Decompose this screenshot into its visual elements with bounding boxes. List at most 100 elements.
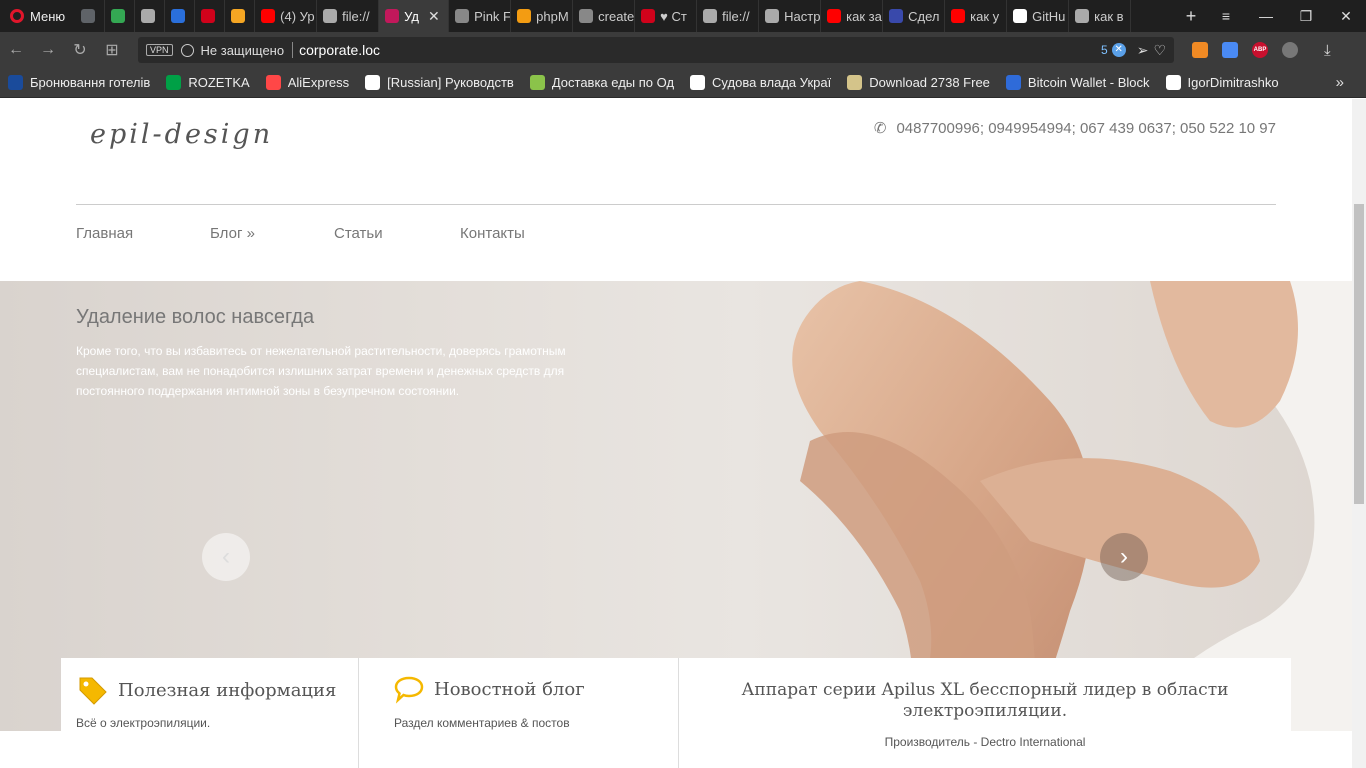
bookmark-item[interactable]: [Russian] Руководств (357, 75, 522, 90)
gear-icon (765, 9, 780, 23)
browser-tab[interactable] (135, 0, 166, 32)
scrollbar-thumb[interactable] (1354, 204, 1364, 504)
a-icon (889, 9, 904, 23)
download-icon[interactable]: ⤓ (1324, 42, 1331, 59)
vpn-badge[interactable]: VPN (146, 44, 173, 56)
restore-icon[interactable]: ❐ (1286, 8, 1326, 25)
slider-prev-button[interactable]: ‹ (202, 533, 250, 581)
main-nav: Главная Блог » Статьи Контакты (76, 225, 525, 242)
feature-blog-title: Новостной блог (434, 678, 585, 700)
web-page: epil-design ✆ 0487700996; 0949954994; 06… (0, 99, 1352, 768)
bookmark-label: Доставка еды по Од (551, 75, 675, 90)
browser-tab[interactable] (165, 0, 196, 32)
browser-tab[interactable]: file:// (697, 0, 760, 32)
sheets-icon (111, 9, 126, 23)
nav-articles[interactable]: Статьи (334, 225, 460, 242)
url-separator (292, 42, 294, 58)
send-icon[interactable]: ➢ (1137, 42, 1149, 59)
file-icon (690, 75, 706, 90)
heart-icon[interactable]: ♡ (1153, 42, 1166, 59)
file-icon (323, 9, 338, 23)
minimize-icon[interactable]: — (1246, 8, 1286, 24)
back-icon[interactable]: ← (0, 41, 32, 59)
tag-icon (79, 677, 107, 705)
bookmark-label: Bitcoin Wallet - Block (1027, 75, 1150, 90)
bookmark-item[interactable]: IgorDimitrashko (1158, 75, 1287, 90)
feature-blog[interactable]: Новостной блог Раздел комментариев & пос… (359, 658, 679, 768)
browser-tab[interactable] (225, 0, 256, 32)
browser-tab[interactable] (105, 0, 136, 32)
security-status[interactable]: Не защищено (201, 43, 285, 58)
feature-promo[interactable]: Аппарат серии Apilus XL бесспорный лидер… (679, 658, 1291, 768)
browser-tab[interactable]: ♥ Ст (635, 0, 698, 32)
slider-next-button[interactable]: › (1100, 533, 1148, 581)
bookmark-item[interactable]: Судова влада Украї (682, 75, 839, 90)
phone-numbers: 0487700996; 0949954994; 067 439 0637; 05… (896, 119, 1276, 137)
adblock-shield-icon[interactable]: ✕ (1111, 43, 1126, 57)
bookmark-item[interactable]: ROZETKA (158, 75, 257, 90)
github-icon (1013, 9, 1028, 23)
nav-contacts[interactable]: Контакты (460, 225, 525, 242)
tab-strip: (4) Ур file:// Уд ✕ Pink F phpM create ♥ Ст file… (75, 0, 1176, 32)
tab-label: (4) Ур (280, 8, 315, 24)
site-logo[interactable]: epil-design (90, 119, 273, 150)
opera-menu-button[interactable]: Меню (0, 0, 75, 32)
extension-flame-icon[interactable] (1192, 42, 1208, 58)
browser-tab[interactable]: как у (945, 0, 1008, 32)
tabs-grid-icon[interactable]: ⊞ (96, 40, 128, 60)
file-icon (703, 9, 718, 23)
nav-blog[interactable]: Блог » (210, 225, 334, 242)
aliexpress-icon (265, 75, 281, 90)
browser-tab[interactable]: Настр (759, 0, 822, 32)
menu-label: Меню (30, 8, 66, 24)
url-field[interactable]: VPN Не защищено corporate.loc 5 ✕ ➢ ♡ (138, 37, 1174, 63)
phone-icon: ✆ (873, 120, 887, 137)
delivery-icon (529, 75, 545, 90)
close-window-icon[interactable]: ✕ (1326, 8, 1366, 25)
reload-icon[interactable]: ↻ (64, 40, 96, 60)
nav-home[interactable]: Главная (76, 225, 210, 242)
bookmark-item[interactable]: Бронювання готелів (0, 75, 158, 90)
more-bookmarks-icon[interactable]: » (1336, 74, 1344, 91)
browser-tab[interactable]: GitHu (1007, 0, 1070, 32)
url-text[interactable]: corporate.loc (299, 42, 1101, 58)
bookmark-item[interactable]: Bitcoin Wallet - Block (998, 75, 1158, 90)
pr-icon (455, 9, 470, 23)
forward-icon[interactable]: → (32, 41, 64, 59)
browser-tab[interactable] (195, 0, 226, 32)
browser-tab[interactable]: phpM (511, 0, 574, 32)
bookmark-item[interactable]: Доставка еды по Од (522, 75, 682, 90)
feature-info[interactable]: Полезная информация Всё о электроэпиляци… (61, 658, 359, 768)
browser-tab[interactable]: Сдел (883, 0, 946, 32)
bookmark-label: [Russian] Руководств (387, 75, 514, 90)
browser-tab[interactable]: create (573, 0, 636, 32)
bookmark-item[interactable]: AliExpress (258, 75, 357, 90)
adblock-plus-icon[interactable]: ABP (1252, 42, 1268, 58)
page-scrollbar[interactable] (1352, 99, 1366, 768)
bookmark-item[interactable]: Download 2738 Free (839, 75, 998, 90)
new-tab-button[interactable]: + (1176, 6, 1206, 27)
tab-label: как у (970, 8, 1000, 24)
browser-tab[interactable]: Pink F (449, 0, 512, 32)
blockchain-icon (1005, 75, 1021, 90)
feature-info-head: Полезная информация (76, 674, 336, 706)
browser-tab[interactable]: file:// (317, 0, 380, 32)
feature-info-title: Полезная информация (118, 679, 337, 701)
translate-icon[interactable] (1222, 42, 1238, 58)
browser-tab[interactable]: как за (821, 0, 884, 32)
browser-icon (171, 9, 186, 23)
github-extension-icon[interactable] (1282, 42, 1298, 58)
tab-label: Сдел (908, 8, 940, 24)
browser-tab[interactable]: Уд ✕ (379, 0, 450, 32)
feature-info-sub: Всё о электроэпиляции. (76, 716, 211, 730)
close-tab-icon[interactable]: ✕ (428, 8, 440, 25)
opera-logo-icon (10, 9, 24, 23)
browser-tab[interactable] (75, 0, 106, 32)
header-divider (76, 204, 1276, 205)
browser-tab[interactable]: (4) Ур (255, 0, 318, 32)
tab-menu-icon[interactable]: ≡ (1206, 8, 1246, 24)
browser-tab[interactable]: как в (1069, 0, 1132, 32)
tab-label: как в (1094, 8, 1124, 24)
blocked-count-badge[interactable]: 5 (1101, 43, 1108, 57)
chevron-left-icon: ‹ (222, 543, 230, 570)
